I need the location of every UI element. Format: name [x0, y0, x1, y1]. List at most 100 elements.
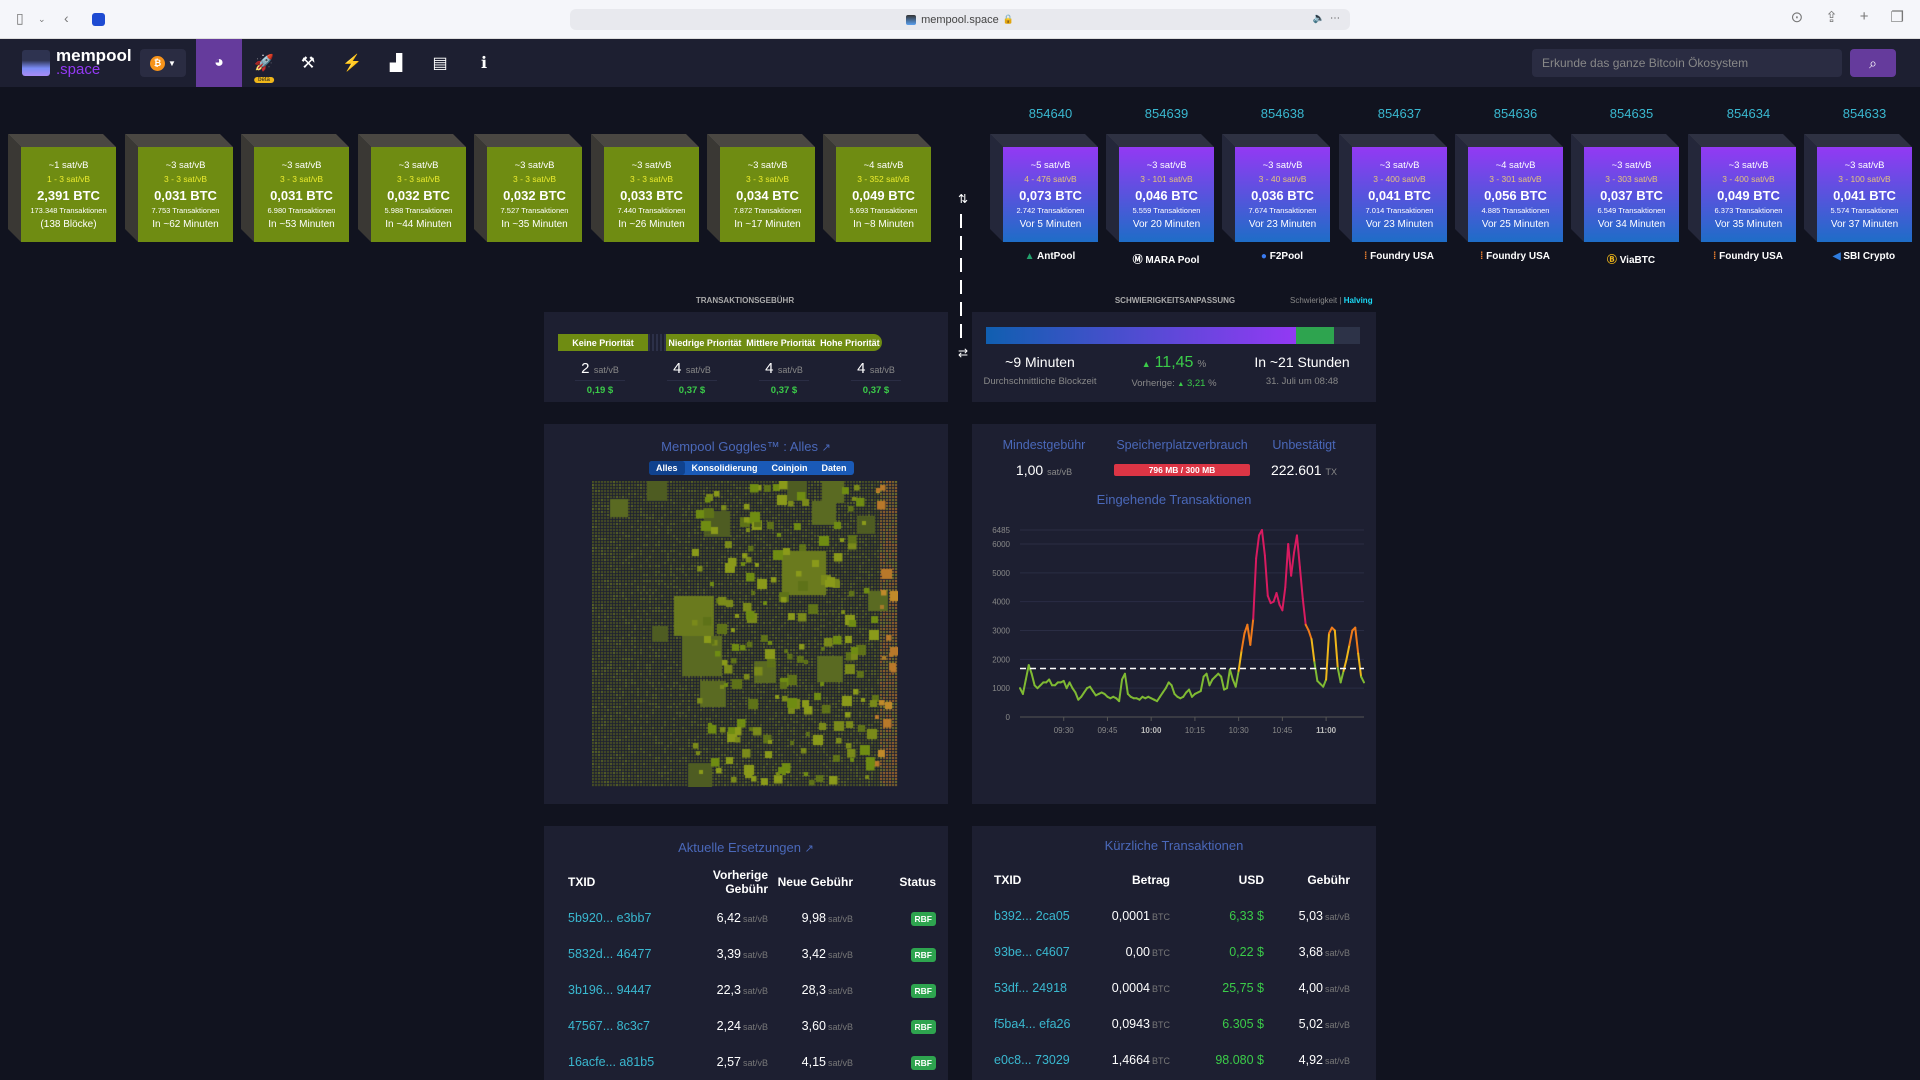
mining-pool[interactable]: ⁞ Foundry USA — [1339, 251, 1459, 262]
goggles-title[interactable]: Mempool Goggles™ : Alles ↗ — [544, 439, 948, 454]
incoming-tx-chart[interactable]: 0 1000 2000 3000 4000 5000 6000 6485 09:30 09:45 1… — [972, 512, 1376, 804]
mempool-block[interactable]: ~3 sat/vB 3 - 3 sat/vB 0,032 BTC 5.988 Tran… — [358, 134, 466, 242]
usd-value: 6.305 $ — [1222, 1017, 1264, 1031]
back-icon[interactable]: ‹ — [64, 10, 69, 26]
nav-item-hammer[interactable]: ⚒ — [286, 39, 330, 87]
block-height[interactable]: 854639 — [1119, 106, 1214, 121]
blockchain-block[interactable]: ~3 sat/vB 3 - 40 sat/vB 0,036 BTC 7.674 Tra… — [1222, 134, 1330, 242]
arrows-updown-icon[interactable]: ⇅ — [958, 192, 968, 206]
mempool-block-visualization[interactable] — [592, 481, 898, 787]
mining-pool[interactable]: ▲ AntPool — [990, 251, 1110, 262]
nav-item-dashboard[interactable]: ◕ — [196, 39, 242, 87]
txid-link[interactable]: 53df... 24918 — [994, 970, 1074, 1006]
rbf-badge[interactable]: RBF — [910, 984, 936, 998]
mining-pool[interactable]: Ⓑ ViaBTC — [1571, 251, 1691, 266]
goggles-tab-all[interactable]: Alles — [649, 461, 685, 475]
mempool-block[interactable]: ~4 sat/vB 3 - 352 sat/vB 0,049 BTC 5.693 Tr… — [823, 134, 931, 242]
txid-link[interactable]: 5832d... 46477 — [568, 936, 668, 972]
blockchain-block[interactable]: ~3 sat/vB 3 - 100 sat/vB 0,041 BTC 5.574 Tr… — [1804, 134, 1912, 242]
goggles-tab-data[interactable]: Daten — [815, 461, 854, 475]
blockchain-block[interactable]: ~4 sat/vB 3 - 301 sat/vB 0,056 BTC 4.885 Tr… — [1455, 134, 1563, 242]
extension-icon[interactable] — [92, 13, 105, 26]
block-height[interactable]: 854634 — [1701, 106, 1796, 121]
mining-pool[interactable]: ◀ SBI Crypto — [1804, 251, 1920, 262]
block-height[interactable]: 854635 — [1584, 106, 1679, 121]
tabs-overview-icon[interactable]: ❐ — [1891, 8, 1904, 26]
txid-link[interactable]: b392... 2ca05 — [994, 898, 1074, 934]
blockchain-block[interactable]: ~3 sat/vB 3 - 400 sat/vB 0,049 BTC 6.373 Tr… — [1688, 134, 1796, 242]
txid-link[interactable]: 5b920... e3bb7 — [568, 900, 668, 936]
replacements-title[interactable]: Aktuelle Ersetzungen ↗ — [544, 840, 948, 855]
block-total: 0,073 BTC — [1019, 187, 1082, 203]
nav-item-docs[interactable]: ▤ — [418, 39, 462, 87]
mempool-block[interactable]: ~3 sat/vB 3 - 3 sat/vB 0,031 BTC 6.980 Tran… — [241, 134, 349, 242]
block-height[interactable]: 854636 — [1468, 106, 1563, 121]
fee-prev: 22,3 sat/vB — [668, 972, 768, 1008]
nav-item-lightning[interactable]: ⚡ — [330, 39, 374, 87]
goggles-tab-coinjoin[interactable]: Coinjoin — [765, 461, 815, 475]
blockchain-block[interactable]: ~3 sat/vB 3 - 400 sat/vB 0,041 BTC 7.014 Tr… — [1339, 134, 1447, 242]
toggle-difficulty[interactable]: Schwierigkeit — [1290, 296, 1337, 305]
mempool-block[interactable]: ~3 sat/vB 3 - 3 sat/vB 0,031 BTC 7.753 Tran… — [125, 134, 233, 242]
search-button[interactable]: ⌕ — [1850, 49, 1896, 77]
rbf-badge[interactable]: RBF — [910, 1056, 936, 1070]
mempool-logo[interactable]: mempool .space — [22, 47, 134, 77]
block-median: ~3 sat/vB — [1728, 159, 1769, 171]
sidebar-toggle-icon[interactable]: ▯ — [16, 10, 24, 27]
series-segment — [1255, 534, 1261, 560]
txid-link[interactable]: 3b196... 94447 — [568, 972, 668, 1008]
mempool-block[interactable]: ~3 sat/vB 3 - 3 sat/vB 0,032 BTC 7.527 Tran… — [474, 134, 582, 242]
toggle-halving[interactable]: Halving — [1344, 296, 1373, 305]
block-txs: 6.373 Transaktionen — [1714, 205, 1783, 215]
block-height[interactable]: 854638 — [1235, 106, 1330, 121]
nav-item-chart[interactable]: ▟ — [374, 39, 418, 87]
mining-pool[interactable]: ⁞ Foundry USA — [1455, 251, 1575, 262]
mining-pool[interactable]: ⁞ Foundry USA — [1688, 251, 1808, 262]
rbf-badge[interactable]: RBF — [910, 912, 936, 926]
external-link-icon[interactable]: ↗ — [822, 442, 831, 454]
rbf-badge[interactable]: RBF — [910, 948, 936, 962]
mempool-block[interactable]: ~3 sat/vB 3 - 3 sat/vB 0,033 BTC 7.440 Tran… — [591, 134, 699, 242]
block-height[interactable]: 854640 — [1003, 106, 1098, 121]
arrows-swap-icon[interactable]: ⇄ — [958, 346, 968, 360]
block-total: 2,391 BTC — [37, 187, 100, 203]
blockchain-block[interactable]: ~3 sat/vB 3 - 303 sat/vB 0,037 BTC 6.549 Tr… — [1571, 134, 1679, 242]
fee-labels-priority: Niedrige Priorität Mittlere Priorität Ho… — [666, 334, 882, 351]
block-range: 1 - 3 sat/vB — [47, 173, 90, 184]
mempool-block[interactable]: ~3 sat/vB 3 - 3 sat/vB 0,034 BTC 7.872 Tran… — [707, 134, 815, 242]
download-icon[interactable]: ⊙ — [1791, 8, 1804, 26]
txid-link[interactable]: 93be... c4607 — [994, 934, 1074, 970]
block-age: Vor 34 Minuten — [1597, 218, 1666, 230]
difficulty-toggle: Schwierigkeit | Halving — [1290, 296, 1373, 305]
external-link-icon[interactable]: ↗ — [805, 843, 814, 855]
nav-item-rocket[interactable]: 🚀 beta — [242, 39, 286, 87]
mining-pool[interactable]: ● F2Pool — [1222, 251, 1342, 262]
mining-pool[interactable]: Ⓜ MARA Pool — [1106, 251, 1226, 266]
block-height[interactable]: 854637 — [1352, 106, 1447, 121]
col-usd: USD — [1238, 873, 1264, 887]
mempool-block[interactable]: ~1 sat/vB 1 - 3 sat/vB 2,391 BTC 173.348 Tr… — [8, 134, 116, 242]
audio-icon[interactable]: 🔈 — [1313, 13, 1325, 24]
block-median: ~1 sat/vB — [48, 159, 89, 171]
txid-link[interactable]: 47567... 8c3c7 — [568, 1008, 668, 1044]
nav-item-info[interactable]: ℹ — [462, 39, 506, 87]
block-height[interactable]: 854633 — [1817, 106, 1912, 121]
hammer-icon: ⚒ — [300, 55, 316, 72]
search-input[interactable]: Erkunde das ganze Bitcoin Ökosystem — [1532, 49, 1842, 77]
network-selector[interactable]: ₿ ▼ — [140, 49, 186, 77]
blockchain-block[interactable]: ~5 sat/vB 4 - 476 sat/vB 0,073 BTC 2.742 Tr… — [990, 134, 1098, 242]
fee-value: 9,98 — [801, 911, 826, 925]
share-icon[interactable]: ⇪ — [1825, 8, 1838, 26]
more-icon[interactable]: ⋯ — [1330, 13, 1340, 24]
chevron-down-icon[interactable]: ⌄ — [38, 14, 46, 25]
url-bar[interactable]: mempool.space 🔒 🔈 ⋯ — [570, 9, 1350, 30]
txid-link[interactable]: f5ba4... efa26 — [994, 1006, 1074, 1042]
txid-link[interactable]: e0c8... 73029 — [994, 1042, 1074, 1078]
unconfirmed-value: 222.601 — [1270, 462, 1322, 478]
blockchain-block[interactable]: ~3 sat/vB 3 - 101 sat/vB 0,046 BTC 5.559 Tr… — [1106, 134, 1214, 242]
new-tab-icon[interactable]: + — [1860, 8, 1869, 26]
txid-link[interactable]: 16acfe... a81b5 — [568, 1044, 668, 1080]
rbf-badge[interactable]: RBF — [910, 1020, 936, 1034]
x-tick-label: 10:45 — [1272, 726, 1293, 735]
goggles-tab-consolidation[interactable]: Konsolidierung — [685, 461, 765, 475]
